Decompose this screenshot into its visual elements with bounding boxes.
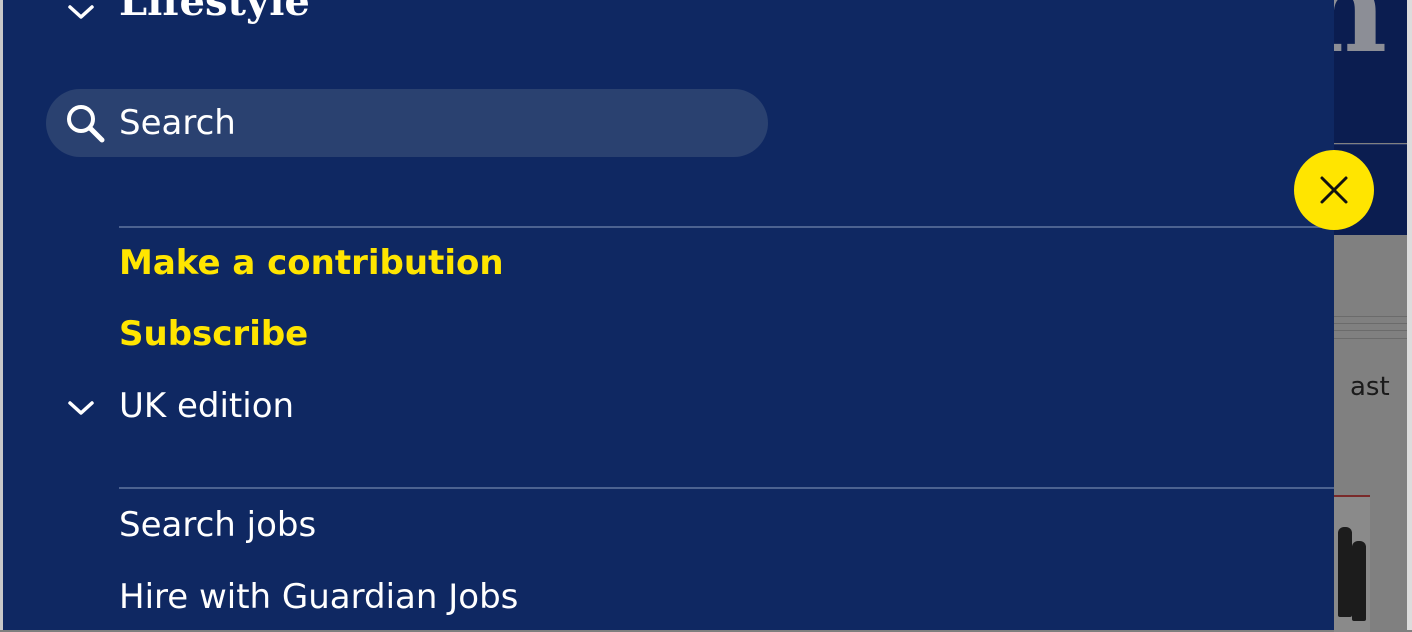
- search-label: Search: [119, 103, 236, 143]
- make-a-contribution-link[interactable]: Make a contribution: [119, 243, 504, 283]
- subscribe-link[interactable]: Subscribe: [119, 314, 308, 354]
- chevron-down-icon[interactable]: [67, 398, 95, 418]
- background-scroll-edge: [1407, 0, 1412, 630]
- background-rule: [1334, 330, 1408, 331]
- divider: [119, 226, 1334, 228]
- background-headline-fragment: ast: [1350, 372, 1390, 402]
- close-menu-button[interactable]: [1294, 150, 1374, 230]
- search-input[interactable]: Search: [46, 89, 768, 157]
- background-image: [1334, 495, 1370, 632]
- background-rule: [1334, 323, 1408, 324]
- background-rule: [1334, 338, 1408, 339]
- chevron-down-icon[interactable]: [67, 2, 95, 22]
- search-icon: [67, 105, 105, 143]
- background-rule: [1334, 316, 1408, 317]
- hire-with-guardian-jobs-link[interactable]: Hire with Guardian Jobs: [119, 577, 518, 617]
- background-figure: [1352, 541, 1366, 621]
- section-title-lifestyle[interactable]: Lifestyle: [119, 0, 310, 25]
- close-icon: [1320, 176, 1348, 204]
- search-jobs-link[interactable]: Search jobs: [119, 505, 316, 545]
- edition-selector[interactable]: UK edition: [119, 386, 294, 426]
- background-figure: [1338, 527, 1352, 617]
- navigation-drawer: Lifestyle Search Make a contribution Sub…: [0, 0, 1334, 630]
- divider: [119, 487, 1334, 489]
